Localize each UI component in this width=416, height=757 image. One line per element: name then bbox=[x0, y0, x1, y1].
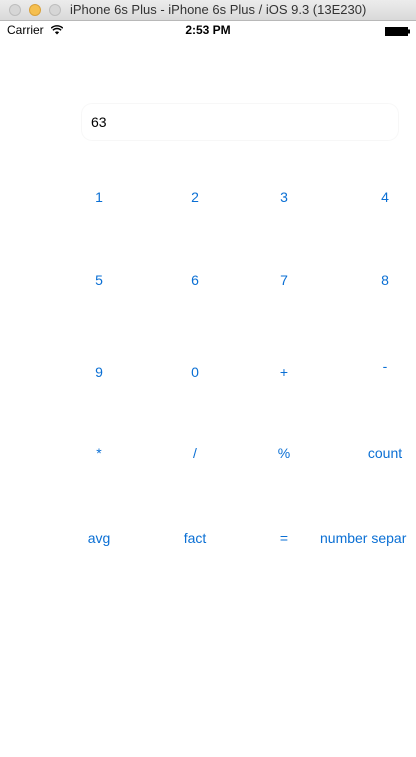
battery-icon bbox=[385, 27, 410, 36]
key-8-button[interactable]: 8 bbox=[345, 268, 416, 292]
percent-button[interactable]: % bbox=[249, 441, 319, 465]
status-time: 2:53 PM bbox=[185, 23, 231, 37]
key-0-button[interactable]: 0 bbox=[160, 360, 230, 384]
simulator-window: iPhone 6s Plus - iPhone 6s Plus / iOS 9.… bbox=[0, 0, 416, 757]
plus-button[interactable]: + bbox=[249, 360, 319, 384]
display-value: 63 bbox=[91, 114, 107, 130]
multiply-button[interactable]: * bbox=[64, 441, 134, 465]
key-5-button[interactable]: 5 bbox=[64, 268, 134, 292]
key-9-button[interactable]: 9 bbox=[64, 360, 134, 384]
window-title: iPhone 6s Plus - iPhone 6s Plus / iOS 9.… bbox=[70, 2, 367, 17]
minus-button[interactable]: - bbox=[345, 354, 416, 378]
count-button[interactable]: count bbox=[345, 441, 416, 465]
key-4-button[interactable]: 4 bbox=[345, 185, 416, 209]
equals-button[interactable]: = bbox=[249, 526, 319, 550]
key-6-button[interactable]: 6 bbox=[160, 268, 230, 292]
close-window-button[interactable] bbox=[9, 4, 21, 16]
key-2-button[interactable]: 2 bbox=[160, 185, 230, 209]
divide-button[interactable]: / bbox=[160, 441, 230, 465]
zoom-window-button[interactable] bbox=[49, 4, 61, 16]
number-separator-button[interactable]: number separ bbox=[320, 526, 416, 550]
title-bar: iPhone 6s Plus - iPhone 6s Plus / iOS 9.… bbox=[0, 0, 416, 21]
minimize-window-button[interactable] bbox=[29, 4, 41, 16]
result-display: 63 bbox=[82, 104, 398, 140]
avg-button[interactable]: avg bbox=[64, 526, 134, 550]
fact-button[interactable]: fact bbox=[160, 526, 230, 550]
ios-status-bar: Carrier 2:53 PM bbox=[0, 21, 416, 41]
key-7-button[interactable]: 7 bbox=[249, 268, 319, 292]
key-1-button[interactable]: 1 bbox=[64, 185, 134, 209]
key-3-button[interactable]: 3 bbox=[249, 185, 319, 209]
